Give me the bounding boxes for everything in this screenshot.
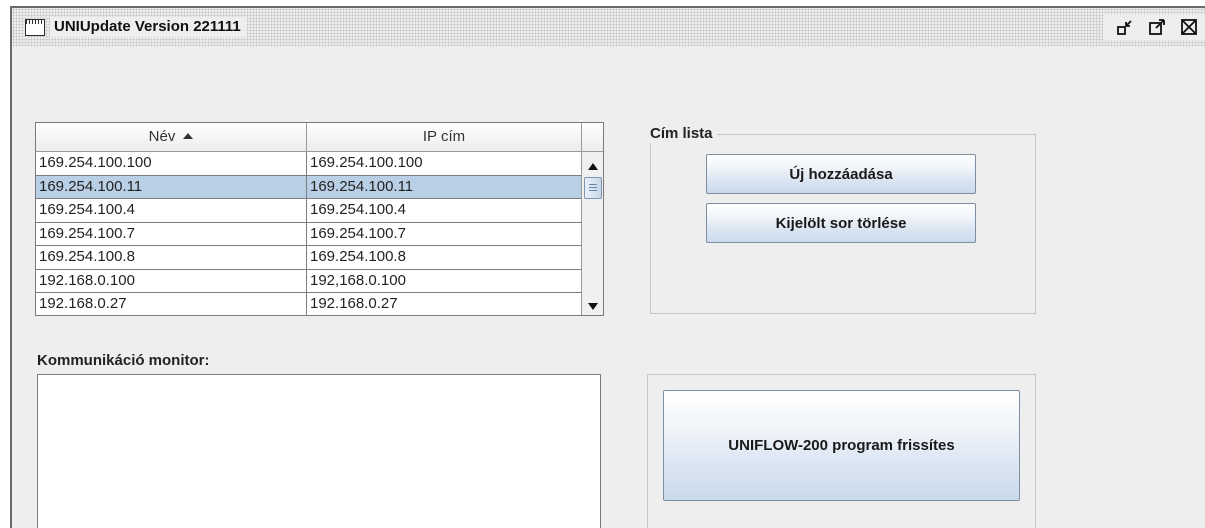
monitor-label: Kommunikáció monitor: (37, 352, 210, 369)
close-button[interactable] (1173, 14, 1205, 40)
arrow-down-icon (588, 302, 598, 310)
cell-ip: 169.254.100.11 (310, 177, 414, 195)
scroll-thumb[interactable] (584, 177, 602, 199)
cell-ip: 169.254.100.4 (310, 201, 406, 218)
communication-monitor[interactable] (37, 374, 601, 528)
table-scrollbar[interactable] (581, 152, 603, 315)
table-row[interactable]: 169.254.100.4 169.254.100.4 (36, 199, 581, 223)
add-new-button[interactable]: Új hozzáadása (706, 154, 976, 194)
cell-name: 169.254.100.4 (36, 199, 307, 222)
maximize-button[interactable] (1141, 14, 1173, 40)
cell-ip: 169.254.100.100 (310, 154, 423, 171)
cell-ip: 192.168.0.27 (310, 295, 398, 312)
cell-ip: 192,168.0.100 (310, 271, 406, 289)
scroll-down-button[interactable] (584, 297, 602, 315)
program-update-button[interactable]: UNIFLOW-200 program frissítes (663, 390, 1020, 501)
column-header-name-label: Név (148, 128, 176, 145)
delete-selected-row-button[interactable]: Kijelölt sor törlése (706, 203, 976, 243)
scroll-up-button[interactable] (584, 157, 602, 175)
cell-name: 169.254.100.8 (36, 246, 307, 269)
cell-ip: 169.254.100.8 (310, 248, 406, 265)
cell-name: 192.168.0.27 (36, 293, 307, 315)
address-list-title: Cím lista (646, 125, 717, 143)
table-row[interactable]: 169.254.100.100 169.254.100.100 (36, 152, 581, 176)
cell-ip: 169.254.100.7 (310, 224, 406, 242)
cell-name: 169.254.100.7 (36, 222, 307, 245)
table-header: Név IP cím (36, 123, 581, 152)
sort-ascending-icon (183, 133, 194, 139)
column-header-ip[interactable]: IP cím (307, 123, 581, 151)
table-row[interactable]: 192.168.0.100 192,168.0.100 (36, 269, 581, 293)
cell-name: 169.254.100.100 (36, 152, 307, 175)
close-icon (1181, 19, 1197, 35)
table-header-corner (581, 123, 603, 152)
window-controls (1103, 14, 1205, 40)
cell-name: 169.254.100.11 (36, 175, 307, 198)
window-icon (25, 19, 45, 36)
address-table[interactable]: Név IP cím 169.254.100.100 169.254.100.10… (35, 122, 604, 316)
table-row[interactable]: 169.254.100.7 169.254.100.7 (36, 222, 581, 246)
maximize-icon (1149, 19, 1165, 35)
table-row[interactable]: 192.168.0.27 192.168.0.27 (36, 293, 581, 315)
title-bar[interactable]: UNIUpdate Version 221111 (12, 8, 1205, 46)
table-body: 169.254.100.100 169.254.100.100 169.254.10… (36, 152, 581, 315)
minimize-button[interactable] (1109, 14, 1141, 40)
table-row[interactable]: 169.254.100.8 169.254.100.8 (36, 246, 581, 270)
minimize-icon (1117, 20, 1132, 35)
column-header-name[interactable]: Név (36, 123, 307, 151)
table-row[interactable]: 169.254.100.11 169.254.100.11 (36, 175, 581, 199)
cell-name: 192.168.0.100 (36, 269, 307, 292)
arrow-up-icon (588, 162, 598, 170)
window-title: UNIUpdate Version 221111 (50, 17, 247, 37)
